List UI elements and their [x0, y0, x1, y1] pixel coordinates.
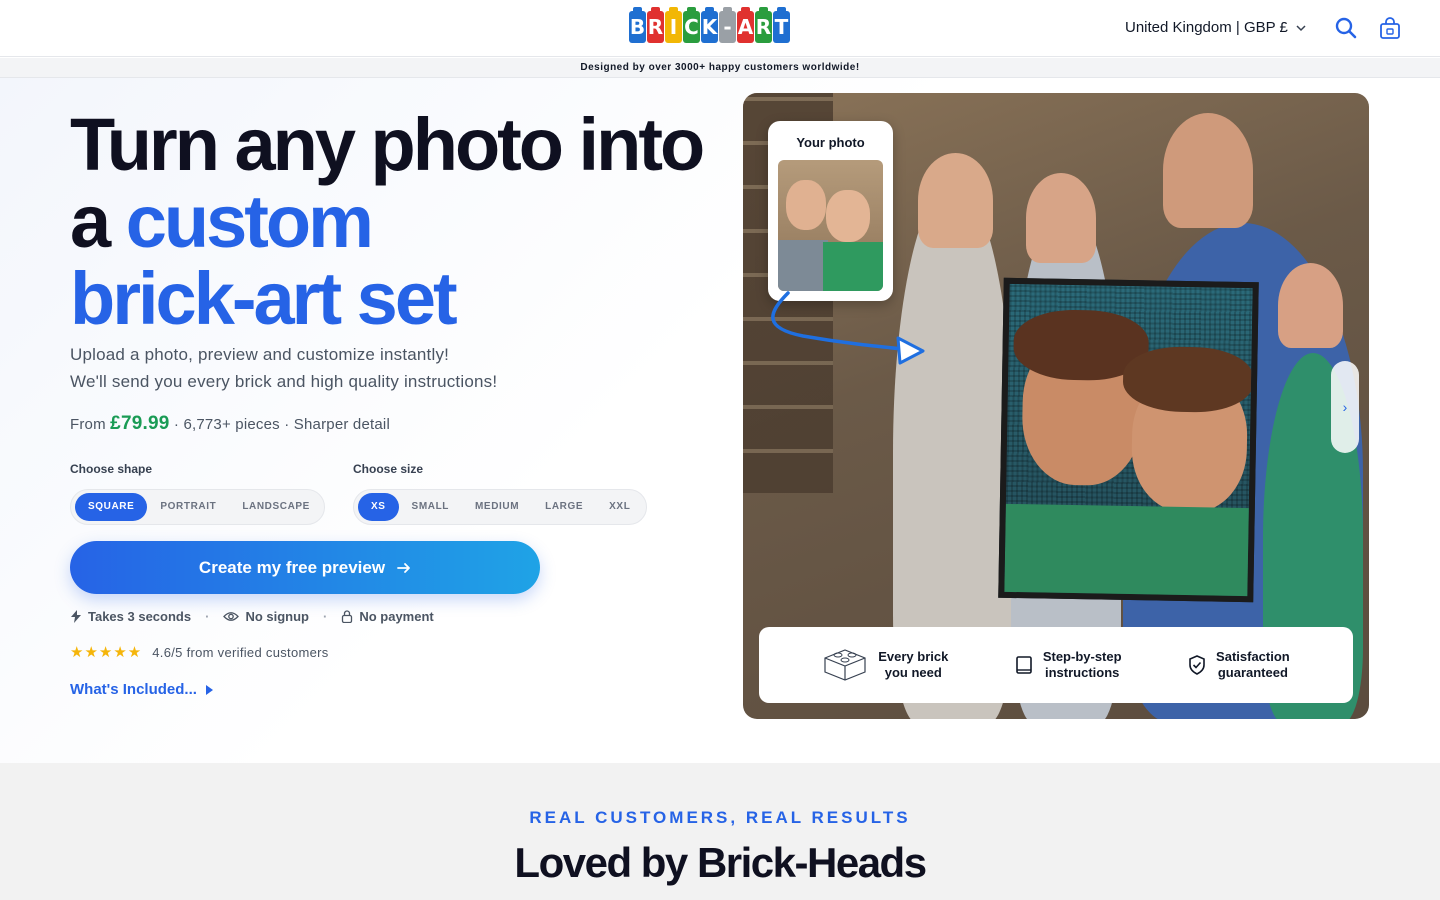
- reviews-eyebrow: REAL CUSTOMERS, REAL RESULTS: [529, 808, 911, 827]
- size-selector: XS SMALL MEDIUM LARGE XXL: [353, 489, 647, 525]
- mosaic-shirts: [1004, 503, 1259, 603]
- carousel-next-button[interactable]: ›: [1331, 361, 1359, 453]
- person-2-face: [1026, 173, 1096, 263]
- logo-brick: R: [755, 7, 772, 43]
- arrow-right-icon: [397, 562, 410, 573]
- rating-row: ★★★★★ 4.6/5 from verified customers: [70, 643, 329, 661]
- logo-brick: K: [701, 7, 718, 43]
- create-preview-button[interactable]: Create my free preview: [70, 541, 540, 594]
- size-label: Choose size: [353, 462, 424, 476]
- rating-stars: ★★★★★: [70, 644, 143, 661]
- region-currency-selector[interactable]: United Kingdom | GBP £: [1125, 19, 1306, 36]
- perk-no-payment-label: No payment: [359, 609, 434, 624]
- hero-title-line-1: Turn any photo into: [70, 103, 705, 186]
- your-photo-card: Your photo: [768, 121, 893, 301]
- feature-every-brick: Every brick you need: [822, 646, 948, 684]
- price-amount: £79.99: [110, 413, 170, 434]
- size-option-small[interactable]: SMALL: [399, 493, 462, 521]
- feature-every-brick-line-2: you need: [884, 665, 942, 680]
- price-from: From: [70, 416, 106, 433]
- hero-title: Turn any photo into a custom brick-art s…: [70, 106, 710, 337]
- price-line: From £79.99 · 6,773+ pieces · Sharper de…: [70, 413, 390, 435]
- mosaic-hair-right: [1122, 345, 1254, 414]
- perk-separator: ·: [205, 609, 210, 624]
- shape-option-portrait[interactable]: PORTRAIT: [147, 493, 229, 521]
- hero-section: Turn any photo into a custom brick-art s…: [0, 78, 1440, 763]
- hero-subtitle-line-2: We'll send you every brick and high qual…: [70, 372, 498, 391]
- book-icon: [1016, 656, 1032, 674]
- caret-right-icon: [205, 684, 213, 695]
- logo-brick: I: [665, 7, 682, 43]
- feature-instructions-line-2: instructions: [1044, 665, 1120, 680]
- create-preview-label: Create my free preview: [198, 557, 386, 577]
- search-icon[interactable]: [1334, 16, 1358, 40]
- size-option-xxl[interactable]: XXL: [596, 493, 643, 521]
- whats-included-link[interactable]: What's Included...: [70, 681, 213, 698]
- reviews-section: REAL CUSTOMERS, REAL RESULTS Loved by Br…: [0, 763, 1440, 900]
- perk-no-payment: No payment: [341, 609, 434, 624]
- perk-no-signup: No signup: [223, 609, 309, 624]
- logo-brick: R: [647, 7, 664, 43]
- size-option-large[interactable]: LARGE: [532, 493, 596, 521]
- feature-guarantee-line-1: Satisfaction: [1216, 649, 1290, 664]
- features-card: Every brick you need Step-by-step instru…: [759, 627, 1353, 703]
- shield-check-icon: [1189, 655, 1205, 675]
- hero-customer-photo: Your photo › Every brick you need Step-b…: [743, 93, 1369, 719]
- shape-option-landscape[interactable]: LANDSCAPE: [229, 493, 323, 521]
- lightning-icon: [71, 610, 81, 623]
- perk-no-signup-label: No signup: [245, 609, 309, 624]
- logo-brick: T: [773, 7, 790, 43]
- person-3-face: [1163, 113, 1253, 228]
- rating-text: 4.6/5 from verified customers: [152, 644, 329, 660]
- size-option-medium[interactable]: MEDIUM: [462, 493, 532, 521]
- chevron-down-icon: [1296, 24, 1306, 31]
- feature-instructions: Step-by-step instructions: [1015, 649, 1122, 681]
- hero-subtitle: Upload a photo, preview and customize in…: [70, 341, 497, 395]
- person-4-face: [1278, 263, 1343, 348]
- feature-guarantee-line-2: guaranteed: [1217, 665, 1288, 680]
- price-details: · 6,773+ pieces · Sharper detail: [173, 416, 390, 433]
- logo-brick: C: [683, 7, 700, 43]
- region-label: United Kingdom | GBP £: [1125, 19, 1288, 36]
- brick-mosaic-artwork: [998, 277, 1259, 603]
- hero-title-line-3: brick-art set: [70, 257, 458, 340]
- reviews-title: Loved by Brick-Heads: [514, 839, 927, 886]
- your-photo-label: Your photo: [796, 135, 865, 150]
- hero-title-custom: custom: [125, 180, 374, 263]
- shape-label: Choose shape: [70, 462, 153, 476]
- site-header: BRICK-ART United Kingdom | GBP £: [0, 0, 1440, 57]
- eye-icon: [223, 612, 240, 621]
- logo-brick: B: [629, 7, 646, 43]
- logo-brick: A: [737, 7, 754, 43]
- perk-speed: Takes 3 seconds: [70, 609, 191, 624]
- curved-arrow-icon: [771, 291, 925, 365]
- size-option-xs[interactable]: XS: [358, 493, 399, 521]
- your-photo-thumbnail: [778, 160, 883, 291]
- logo-brick: -: [719, 7, 736, 43]
- hero-title-a: a: [70, 180, 111, 263]
- lock-icon: [342, 610, 353, 623]
- whats-included-label: What's Included...: [70, 681, 197, 698]
- shape-selector: SQUARE PORTRAIT LANDSCAPE: [70, 489, 325, 525]
- brick-art-logo[interactable]: BRICK-ART: [629, 7, 790, 43]
- perk-speed-label: Takes 3 seconds: [88, 609, 192, 624]
- perk-separator: ·: [322, 609, 328, 624]
- feature-instructions-line-1: Step-by-step: [1042, 649, 1122, 664]
- person-1-face: [918, 153, 993, 248]
- perks-row: Takes 3 seconds · No signup · No payment: [70, 609, 434, 624]
- feature-guarantee: Satisfaction guaranteed: [1188, 649, 1290, 681]
- feature-every-brick-line-1: Every brick: [878, 649, 949, 664]
- shopping-bag-icon[interactable]: [1378, 16, 1402, 40]
- brick-icon: [824, 649, 866, 681]
- announcement-bar: Designed by over 3000+ happy customers w…: [0, 58, 1440, 78]
- shape-option-square[interactable]: SQUARE: [75, 493, 148, 521]
- hero-title-line-2: a custom: [70, 183, 710, 260]
- hero-subtitle-line-1: Upload a photo, preview and customize in…: [70, 345, 450, 364]
